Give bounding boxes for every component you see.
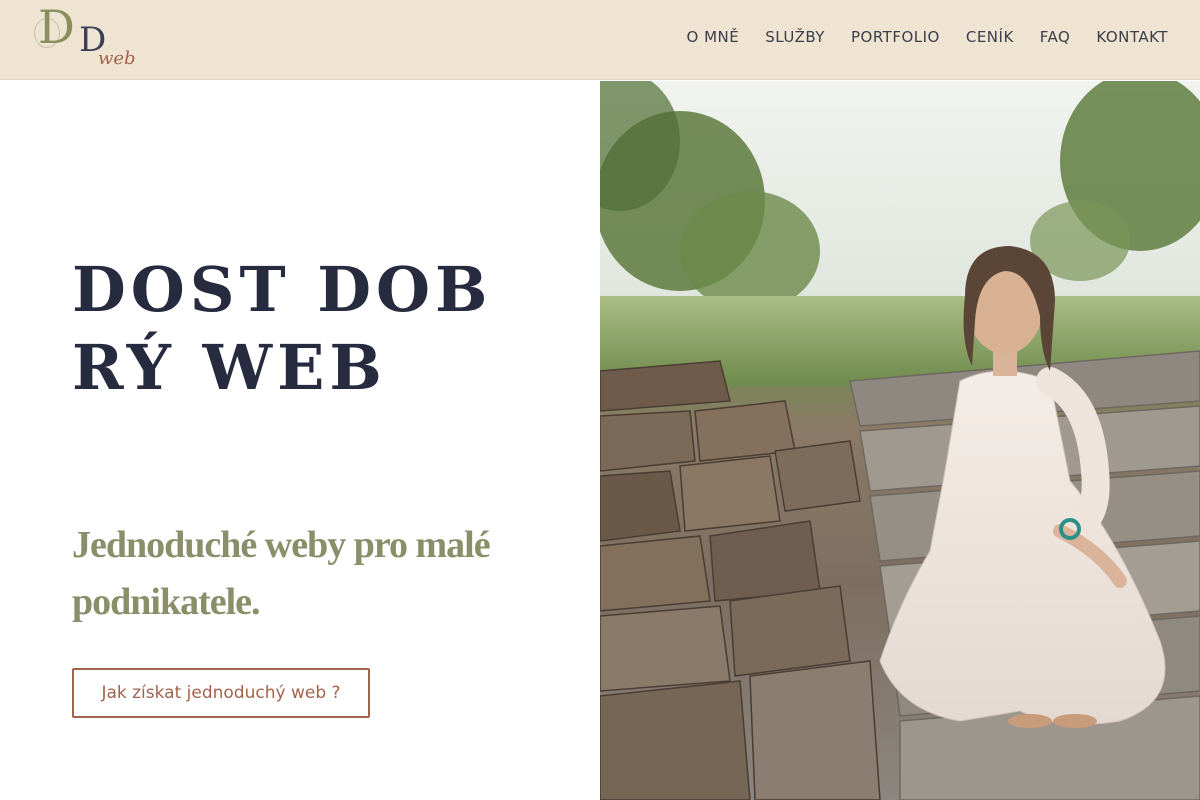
logo-suffix: web [98,48,136,69]
nav-item-kontakt[interactable]: KONTAKT [1096,28,1168,46]
logo[interactable]: D D web [34,0,136,74]
hero-subtitle: Jednoduché weby pro malé podnikatele. [72,524,491,623]
hero-headline: DOST DOBRÝ WEB [72,253,493,404]
nav-item-sluzby[interactable]: SLUŽBY [765,28,825,46]
nav-item-faq[interactable]: FAQ [1040,28,1071,46]
hero-photo [600,81,1200,800]
nav-item-cenik[interactable]: CENÍK [966,28,1014,46]
site-header: D D web O MNĚ SLUŽBY PORTFOLIO CENÍK FAQ… [0,0,1200,80]
main-nav: O MNĚ SLUŽBY PORTFOLIO CENÍK FAQ KONTAKT [687,28,1169,46]
nav-item-portfolio[interactable]: PORTFOLIO [851,28,940,46]
logo-letter-d1: D [38,0,75,54]
nav-item-o-mne[interactable]: O MNĚ [687,28,740,46]
hero-text-section: DOST DOBRÝ WEB Jednoduché weby pro malé … [0,81,600,800]
cta-button[interactable]: Jak získat jednoduchý web ? [72,668,370,718]
photo-illustration [600,81,1200,800]
